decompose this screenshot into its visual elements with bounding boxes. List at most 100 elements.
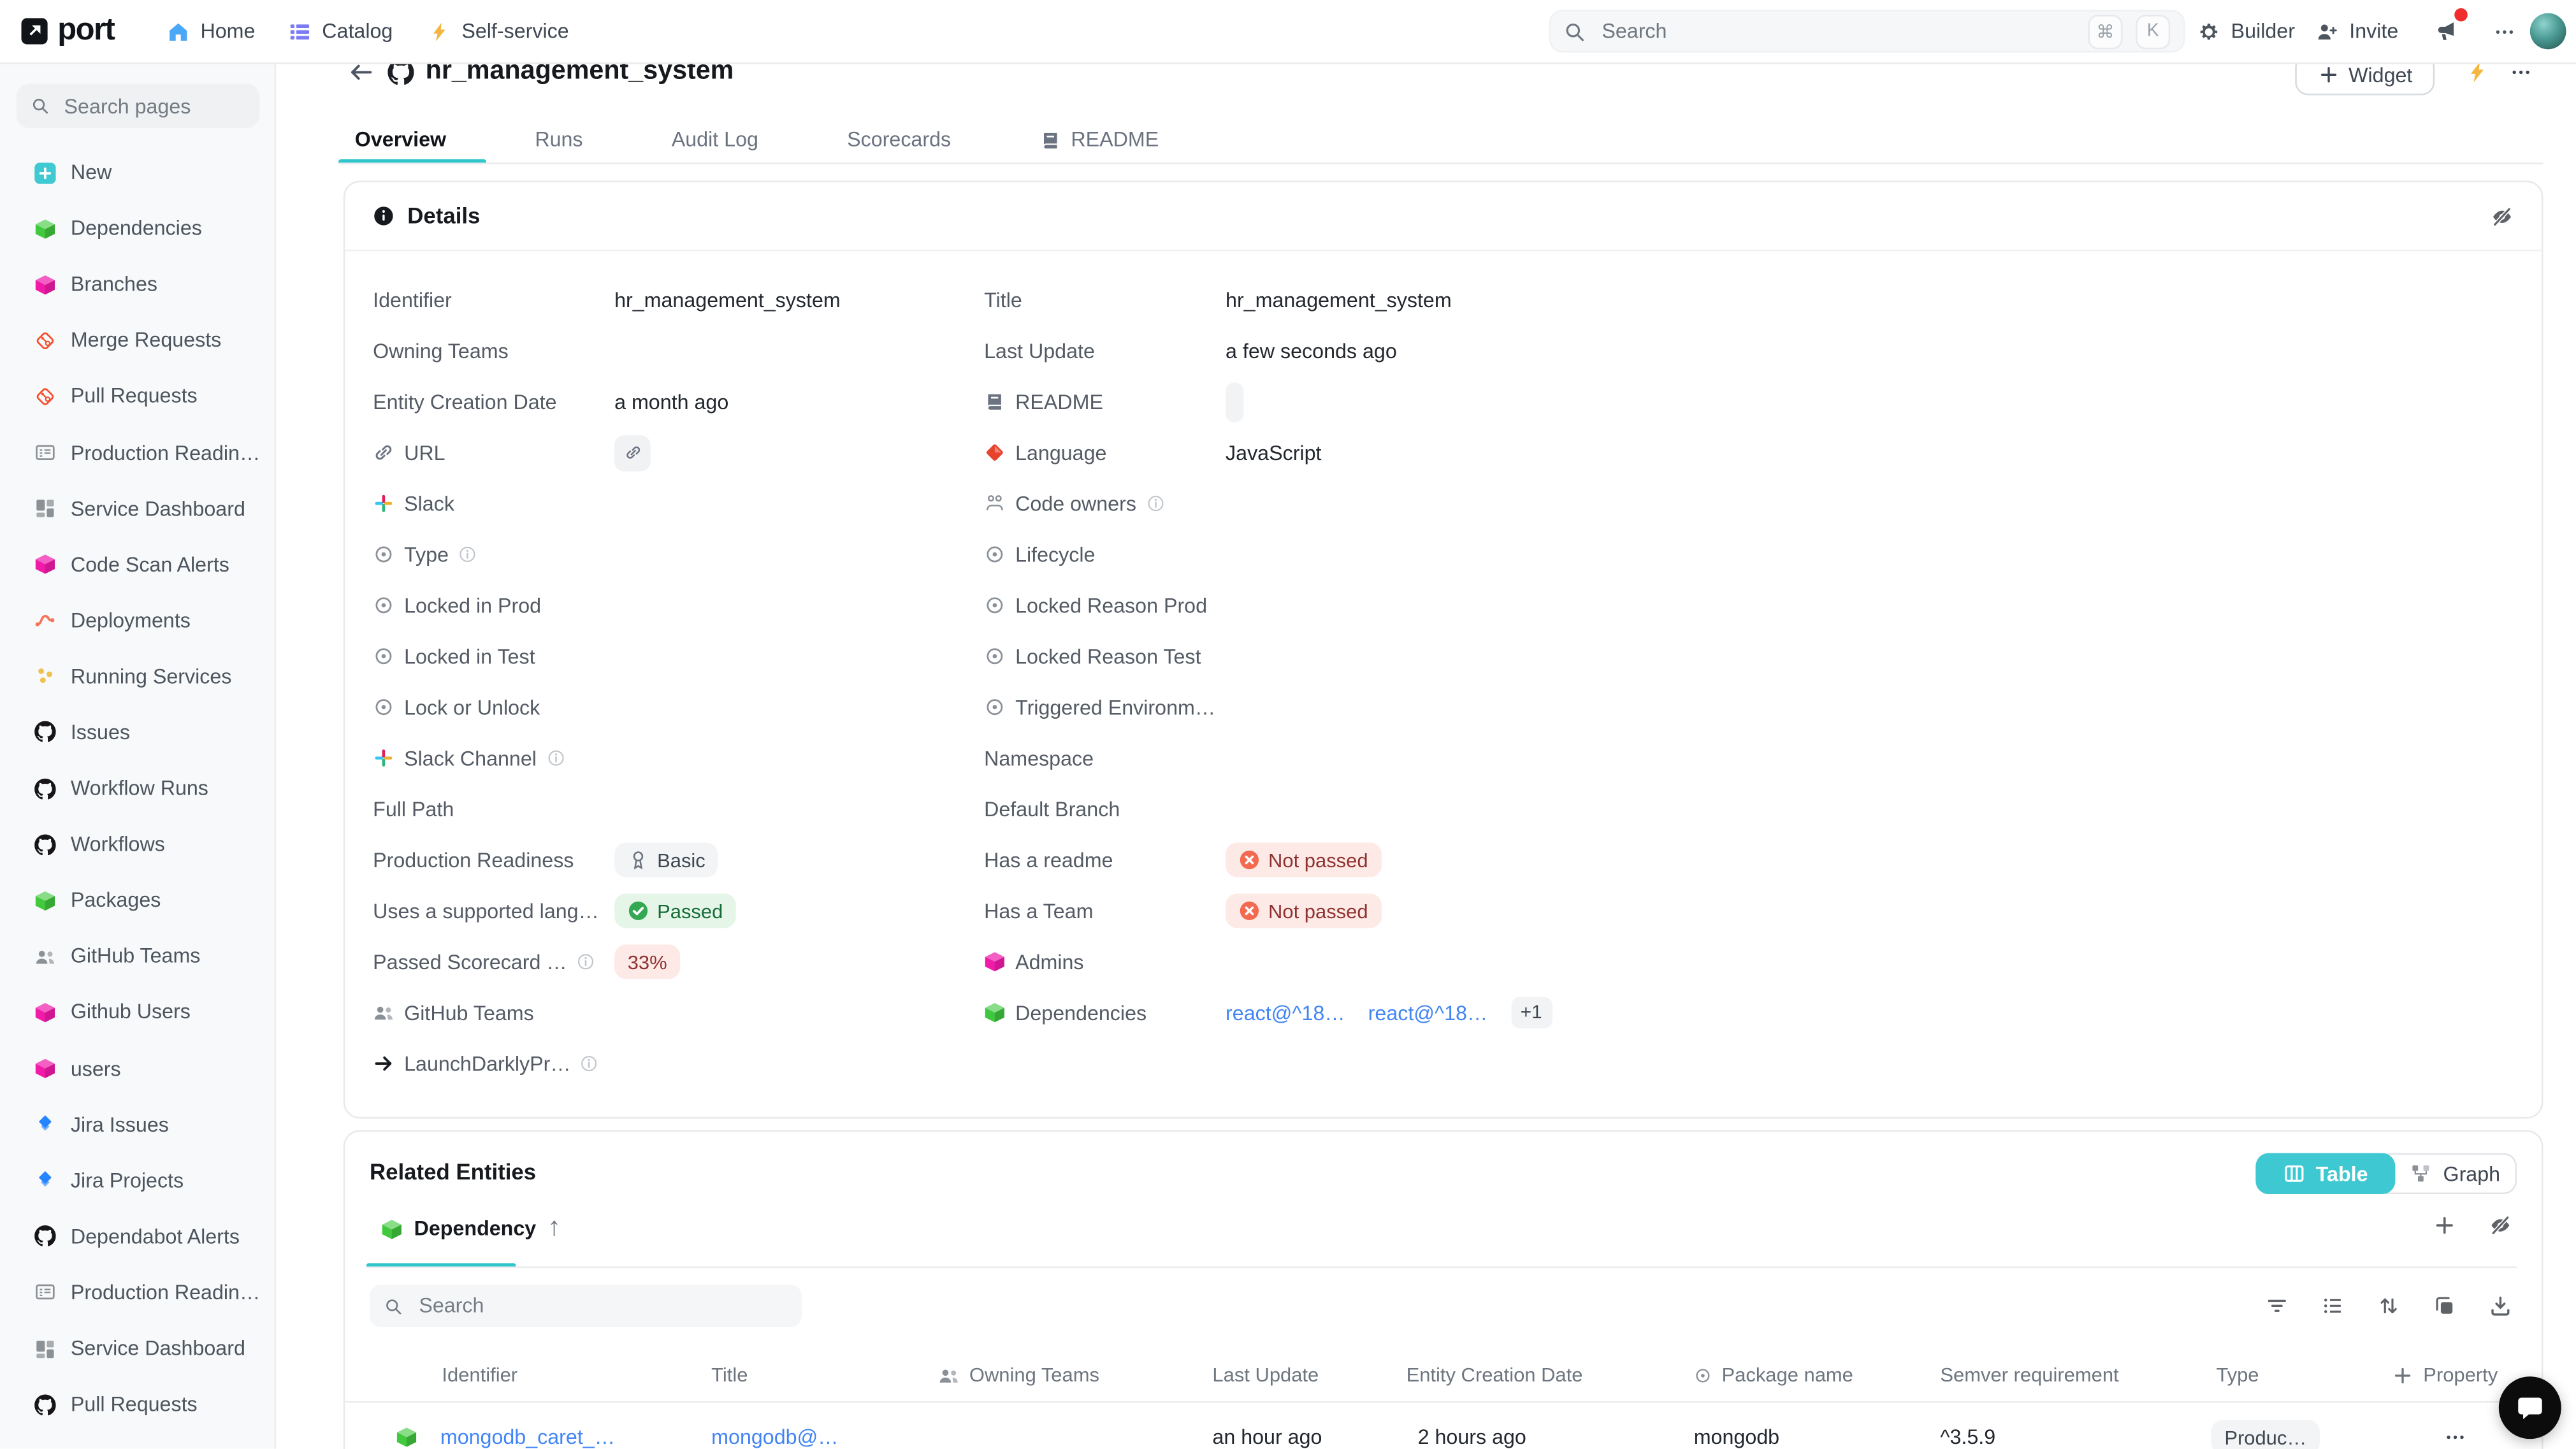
slack-icon	[373, 493, 394, 514]
person-plus-icon	[2317, 20, 2338, 42]
tab-scorecards[interactable]: Scorecards	[830, 115, 967, 164]
info-icon	[546, 749, 564, 767]
related-search[interactable]	[370, 1285, 802, 1327]
sidebar-item-production-readin[interactable]: Production Readin…	[0, 1265, 274, 1321]
sidebar-item-issues[interactable]: Issues	[0, 705, 274, 761]
more-count-chip[interactable]: +1	[1510, 997, 1552, 1028]
field-label-zone: Slack Channel	[373, 747, 614, 770]
graph-view-label: Graph	[2443, 1162, 2501, 1185]
sidebar-item-packages[interactable]: Packages	[0, 872, 274, 928]
sidebar-item-service-dashboard[interactable]: Service Dashboard	[0, 480, 274, 537]
sidebar-item-users[interactable]: users	[0, 1041, 274, 1097]
sidebar-item-workflow-runs[interactable]: Workflow Runs	[0, 761, 274, 817]
row-more-button[interactable]	[2445, 1427, 2466, 1448]
table-row[interactable]: mongodb_caret_… mongodb@… an hour ago 2 …	[345, 1402, 2542, 1449]
field-label: Namespace	[984, 747, 1094, 770]
detail-field-row: LanguageJavaScript	[984, 427, 2514, 478]
add-property-button[interactable]: Property	[2392, 1364, 2498, 1387]
dependency-link[interactable]: react@^18…	[1368, 1001, 1488, 1024]
filter-icon[interactable]	[2266, 1294, 2289, 1317]
sidebar-item-workflows[interactable]: Workflows	[0, 816, 274, 872]
graph-view-button[interactable]: Graph	[2385, 1153, 2517, 1194]
tab-readme[interactable]: README	[1024, 115, 1175, 164]
sidebar-item-code-scan-alerts[interactable]: Code Scan Alerts	[0, 537, 274, 593]
sidebar-item-dependabot-alerts[interactable]: Dependabot Alerts	[0, 1209, 274, 1265]
sidebar-item-github-users[interactable]: Github Users	[0, 984, 274, 1041]
sidebar-item-label: Merge Requests	[71, 329, 221, 352]
column-header-entity-creation-date[interactable]: Entity Creation Date	[1407, 1364, 1583, 1387]
tab-audit-log[interactable]: Audit Log	[655, 115, 775, 164]
column-header-owning-teams[interactable]: Owning Teams	[938, 1364, 1099, 1387]
field-label: Passed Scorecard …	[373, 950, 567, 973]
sidebar-search[interactable]	[17, 83, 260, 128]
sidebar-item-branches[interactable]: Branches	[0, 257, 274, 313]
copy-icon[interactable]	[2433, 1294, 2456, 1317]
port-logo[interactable]: port	[22, 13, 115, 50]
row-identifier-link[interactable]: mongodb_caret_…	[440, 1426, 615, 1449]
eye-off-icon[interactable]	[2491, 205, 2514, 227]
sidebar-item-running-services[interactable]: Running Services	[0, 649, 274, 705]
nav-item-catalog[interactable]: Catalog	[289, 0, 393, 62]
row-title-link[interactable]: mongodb@…	[711, 1426, 838, 1449]
sidebar-item-github-teams[interactable]: GitHub Teams	[0, 928, 274, 984]
sidebar-item-service-dashboard[interactable]: Service Dashboard	[0, 1320, 274, 1376]
global-search[interactable]: ⌘ K	[1549, 10, 2185, 52]
field-value-zone: Not passed	[1226, 842, 1381, 877]
related-search-input[interactable]	[416, 1293, 787, 1319]
global-search-input[interactable]	[1598, 18, 2075, 44]
detail-field-row: Passed Scorecard …33%	[373, 936, 984, 987]
nav-item-home[interactable]: Home	[168, 0, 256, 62]
field-label-zone: Namespace	[984, 747, 1226, 770]
tab-overview[interactable]: Overview	[338, 115, 463, 164]
tab-dependency[interactable]: Dependency ↑	[381, 1214, 561, 1243]
invite-button[interactable]: Invite	[2317, 0, 2399, 62]
sidebar-item-dependencies[interactable]: Dependencies	[0, 201, 274, 257]
cube-icon	[34, 1058, 56, 1079]
builder-button[interactable]: Builder	[2198, 0, 2295, 62]
sidebar-item-label: Packages	[71, 889, 161, 912]
eye-off-icon[interactable]	[2489, 1214, 2512, 1237]
column-header-semver-requirement[interactable]: Semver requirement	[1940, 1364, 2118, 1387]
sidebar-item-pull-requests[interactable]: Pull Requests	[0, 368, 274, 424]
chat-widget-button[interactable]	[2499, 1376, 2561, 1439]
actions-bolt-icon[interactable]	[2466, 61, 2489, 83]
table-view-button[interactable]: Table	[2255, 1153, 2395, 1194]
sidebar-item-deployments[interactable]: Deployments	[0, 593, 274, 649]
status-badge: Not passed	[1226, 893, 1381, 928]
detail-field-row: URL	[373, 427, 984, 478]
group-by-icon[interactable]	[2321, 1294, 2344, 1317]
plus-icon	[2392, 1364, 2413, 1386]
sidebar-item-jira-issues[interactable]: Jira Issues	[0, 1097, 274, 1153]
url-link-button[interactable]	[614, 435, 651, 471]
sidebar-search-input[interactable]	[61, 93, 245, 119]
column-header-last-update[interactable]: Last Update	[1212, 1364, 1319, 1387]
tab-runs[interactable]: Runs	[519, 115, 600, 164]
sidebar-item-label: New	[71, 161, 112, 184]
add-tab-icon[interactable]	[2433, 1214, 2456, 1237]
dependency-link[interactable]: react@^18…	[1226, 1001, 1345, 1024]
sidebar-item-production-readin[interactable]: Production Readin…	[0, 424, 274, 480]
sort-arrow-icon[interactable]: ↑	[547, 1214, 561, 1243]
target-icon	[1694, 1366, 1712, 1383]
download-icon[interactable]	[2489, 1294, 2512, 1317]
column-header-package-name[interactable]: Package name	[1694, 1364, 1853, 1387]
header-more-button[interactable]	[2510, 62, 2532, 83]
detail-field-row: Production ReadinessBasic	[373, 835, 984, 886]
sidebar-item-merge-requests[interactable]: Merge Requests	[0, 313, 274, 369]
field-value: hr_management_system	[1226, 288, 1452, 311]
column-header-title[interactable]: Title	[711, 1364, 748, 1387]
column-label: Last Update	[1212, 1364, 1319, 1387]
nav-item-self-service[interactable]: Self-service	[429, 0, 569, 62]
sort-icon[interactable]	[2377, 1294, 2400, 1317]
column-header-identifier[interactable]: Identifier	[442, 1364, 517, 1387]
sidebar-item-jira-projects[interactable]: Jira Projects	[0, 1153, 274, 1209]
nav-more-button[interactable]	[2494, 0, 2515, 62]
field-label-zone: Locked in Test	[373, 645, 614, 668]
sidebar-item-new[interactable]: New	[0, 145, 274, 201]
detail-field-row: Default Branch	[984, 784, 2514, 835]
sidebar-item-pull-requests[interactable]: Pull Requests	[0, 1376, 274, 1432]
column-header-type[interactable]: Type	[2216, 1364, 2259, 1387]
cube-icon	[34, 1002, 56, 1023]
target-icon	[984, 544, 1006, 565]
avatar[interactable]	[2530, 13, 2566, 50]
